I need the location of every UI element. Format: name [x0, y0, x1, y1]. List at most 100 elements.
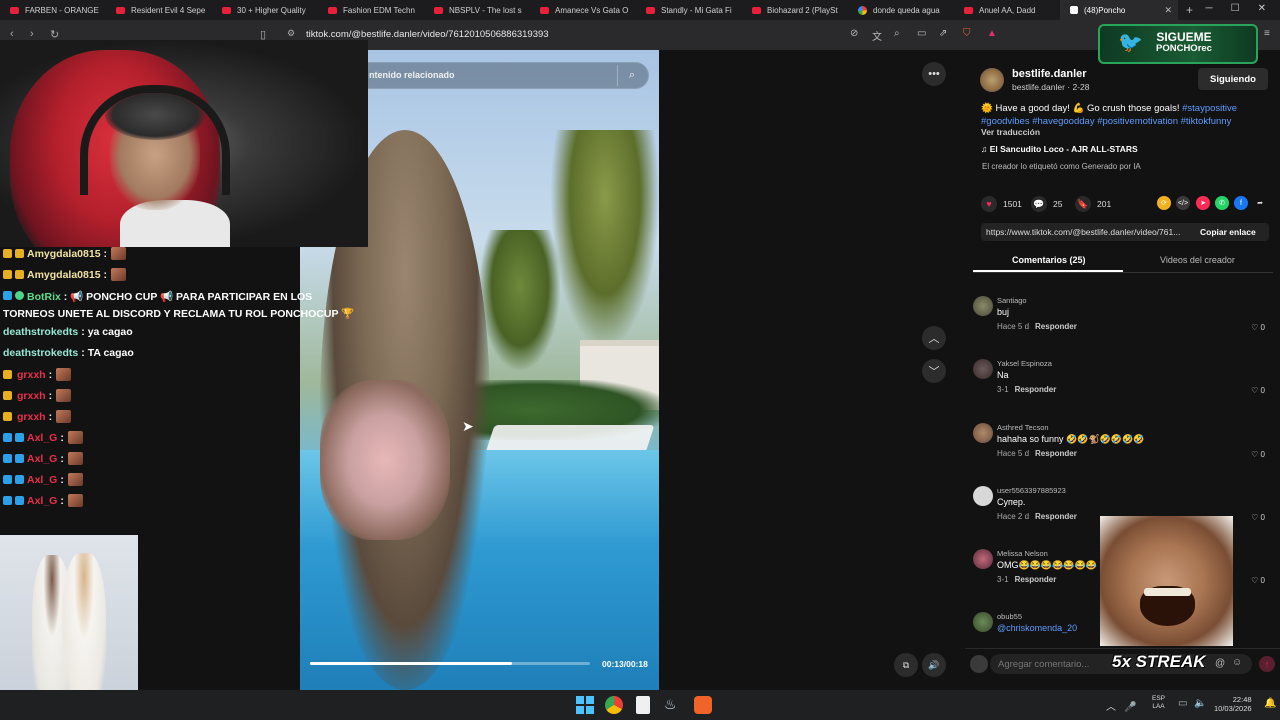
- browser-tab[interactable]: Anuel AA, Dadd: [954, 0, 1060, 20]
- more-options-icon[interactable]: •••: [922, 62, 946, 86]
- search-icon[interactable]: ⌕: [617, 65, 646, 86]
- mention-icon[interactable]: @: [1215, 658, 1225, 669]
- next-video-icon[interactable]: ﹀: [922, 359, 946, 383]
- browser-tab[interactable]: donde queda agua: [848, 0, 954, 20]
- minimize-icon[interactable]: ─: [1206, 3, 1213, 14]
- youtube-icon: [964, 6, 973, 14]
- see-translation-link[interactable]: Ver traducción: [981, 127, 1040, 137]
- browser-tab[interactable]: Amanece Vs Gata O: [530, 0, 636, 20]
- send-comment-button[interactable]: ↑: [1259, 656, 1275, 672]
- whatsapp-icon[interactable]: ✆: [1215, 196, 1229, 210]
- avatar[interactable]: [973, 296, 993, 316]
- windows-start-icon[interactable]: [576, 696, 594, 714]
- steam-icon[interactable]: ♨: [664, 696, 682, 714]
- mod-badge-icon: [3, 454, 12, 463]
- repost-icon[interactable]: ⟳: [1157, 196, 1171, 210]
- emote-icon: [56, 389, 72, 402]
- new-tab-button[interactable]: +: [1186, 3, 1193, 17]
- share-more-icon[interactable]: ➦: [1253, 196, 1267, 210]
- browser-tab-active[interactable]: (48)Poncho ✕: [1060, 0, 1178, 20]
- embed-icon[interactable]: </>: [1176, 196, 1190, 210]
- browser-tab[interactable]: Biohazard 2 (PlaySt: [742, 0, 848, 20]
- hashtag-links[interactable]: #staypositive: [1182, 103, 1237, 114]
- facebook-icon[interactable]: f: [1234, 196, 1248, 210]
- video-progress-bar[interactable]: [310, 662, 590, 665]
- brave-icon[interactable]: [694, 696, 712, 714]
- divider: [973, 272, 1273, 273]
- comment-like[interactable]: ♡ 0: [1251, 323, 1265, 332]
- file-icon[interactable]: [636, 696, 650, 714]
- author-name[interactable]: bestlife.danler: [1012, 68, 1087, 80]
- tab-comments[interactable]: Comentarios (25): [1012, 255, 1086, 265]
- forward-icon[interactable]: ›: [30, 28, 34, 40]
- close-tab-icon[interactable]: ✕: [1164, 5, 1172, 16]
- emote-icon: [111, 247, 127, 260]
- avatar[interactable]: [973, 423, 993, 443]
- lounge-chair: [485, 425, 655, 453]
- system-tray[interactable]: ︿ 🎤: [1106, 698, 1137, 713]
- send-icon[interactable]: ➤: [1196, 196, 1210, 210]
- related-search-text[interactable]: ntenido relacionado: [369, 70, 455, 80]
- volume-icon[interactable]: 🔊: [922, 653, 946, 677]
- chat-message: grxxh:: [3, 368, 72, 381]
- volume-icon[interactable]: 🔈: [1194, 698, 1206, 709]
- browser-tab[interactable]: Fashion EDM Techn: [318, 0, 424, 20]
- music-link[interactable]: ♫ El Sancudito Loco - AJR ALL-STARS: [981, 144, 1138, 154]
- menu-icon[interactable]: ≡: [1264, 28, 1270, 39]
- comment-like[interactable]: ♡ 0: [1251, 576, 1265, 585]
- comment-like[interactable]: ♡ 0: [1251, 450, 1265, 459]
- no-camera-icon[interactable]: ⊘: [850, 28, 858, 39]
- share-icon[interactable]: ⇗: [939, 28, 947, 39]
- avatar[interactable]: [973, 549, 993, 569]
- browser-tab[interactable]: FARBEN - ORANGE: [0, 0, 106, 20]
- browser-tab[interactable]: 30 + Higher Quality: [212, 0, 318, 20]
- bookmark-icon[interactable]: 🔖: [1075, 196, 1091, 212]
- notification-icon[interactable]: 🔔: [1264, 698, 1276, 709]
- url-text[interactable]: tiktok.com/@bestlife.danler/video/761201…: [306, 29, 549, 40]
- site-settings-icon[interactable]: ⚙: [287, 28, 295, 39]
- brave-shield-icon[interactable]: ⛉: [963, 28, 971, 39]
- emoji-icon[interactable]: ☺: [1232, 657, 1242, 668]
- comment-like[interactable]: ♡ 0: [1251, 513, 1265, 522]
- back-icon[interactable]: ‹: [10, 28, 14, 40]
- close-window-icon[interactable]: ✕: [1258, 3, 1266, 14]
- browser-tab[interactable]: Resident Evil 4 Sepe: [106, 0, 212, 20]
- like-stat[interactable]: ♥ 1501: [981, 196, 1022, 212]
- avatar[interactable]: [973, 359, 993, 379]
- translate-icon[interactable]: 文: [872, 28, 882, 43]
- copy-link-button[interactable]: Copiar enlace: [1200, 227, 1256, 237]
- emote-icon: [67, 452, 83, 465]
- author-avatar[interactable]: [980, 68, 1004, 92]
- chat-message: BotRix : 📢 PONCHO CUP 📢 PARA PARTICIPAR …: [3, 291, 355, 320]
- verified-badge-icon: [15, 291, 24, 300]
- zoom-icon[interactable]: ⌕: [894, 28, 900, 39]
- couple-photo-overlay: [0, 535, 138, 716]
- save-stat[interactable]: 🔖 201: [1075, 196, 1111, 212]
- network-icon[interactable]: ▭: [1178, 698, 1187, 709]
- comment-stat[interactable]: 💬 25: [1031, 196, 1062, 212]
- comment-icon[interactable]: 💬: [1031, 196, 1047, 212]
- clock[interactable]: 22:48 10/03/2026: [1214, 695, 1252, 713]
- avatar[interactable]: [973, 612, 993, 632]
- pip-icon[interactable]: ⧉: [894, 653, 918, 677]
- brave-rewards-icon[interactable]: ▲: [987, 28, 997, 39]
- youtube-icon: [646, 6, 655, 14]
- browser-tab[interactable]: NBSPLV - The lost s: [424, 0, 530, 20]
- tab-creator-videos[interactable]: Videos del creador: [1160, 255, 1235, 265]
- mod-badge-icon: [3, 475, 12, 484]
- previous-video-icon[interactable]: ︿: [922, 326, 946, 350]
- video-link[interactable]: https://www.tiktok.com/@bestlife.danler/…: [986, 227, 1190, 237]
- screen-icon[interactable]: ▭: [917, 28, 926, 39]
- monkey-shorts: [320, 380, 450, 540]
- maximize-icon[interactable]: ☐: [1231, 3, 1240, 14]
- browser-tab[interactable]: Standly - Mi Gata Fi: [636, 0, 742, 20]
- comment-like[interactable]: ♡ 0: [1251, 386, 1265, 395]
- sub-badge-icon: [3, 391, 12, 400]
- avatar[interactable]: [973, 486, 993, 506]
- chrome-icon[interactable]: [605, 696, 623, 714]
- language-indicator[interactable]: ESP LAA: [1152, 695, 1165, 711]
- teeth: [1144, 588, 1191, 596]
- following-button[interactable]: Siguiendo: [1198, 68, 1268, 90]
- hashtag-links[interactable]: #goodvibes #havegoodday #positivemotivat…: [981, 116, 1231, 127]
- heart-icon[interactable]: ♥: [981, 196, 997, 212]
